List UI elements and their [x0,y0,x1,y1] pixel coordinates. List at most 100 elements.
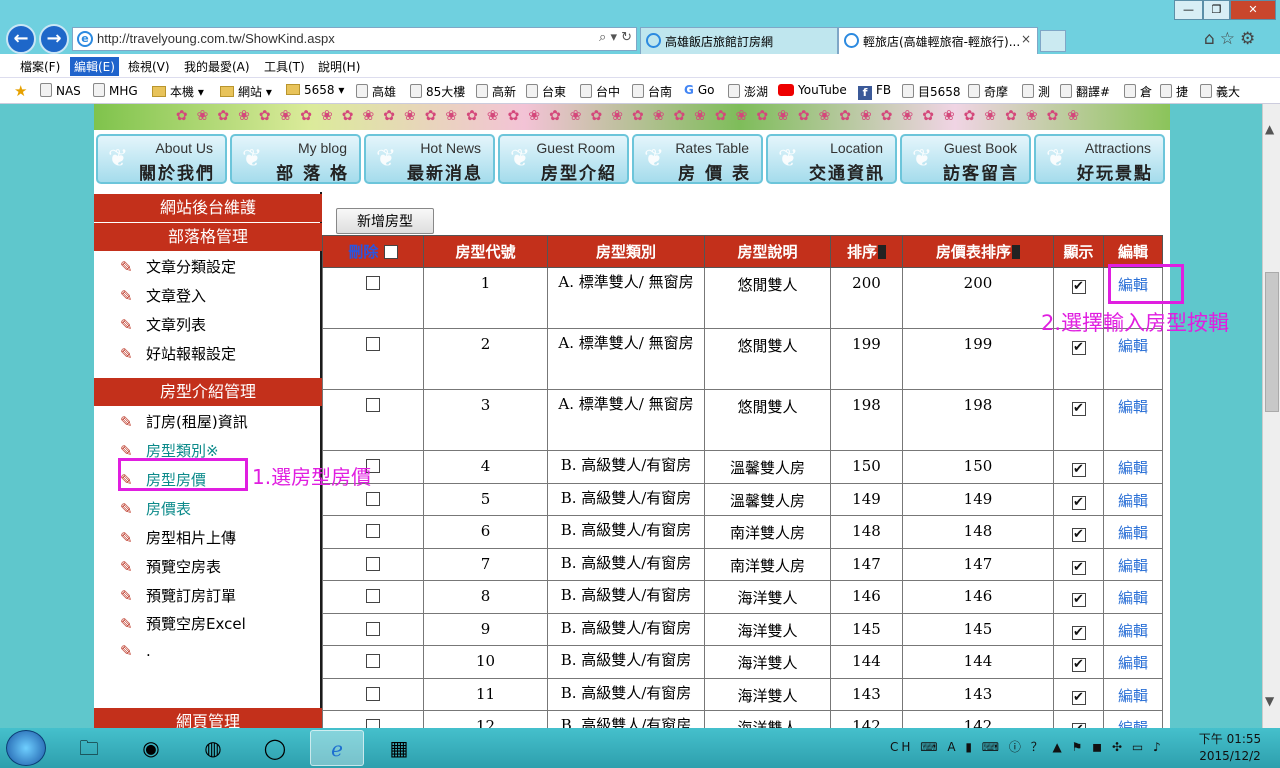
delete-checkbox[interactable] [366,398,380,412]
favorites-star-icon[interactable]: ★ [14,82,27,100]
back-button[interactable]: ← [6,24,36,54]
menu-view[interactable]: 檢視(V) [128,58,170,75]
delete-checkbox[interactable] [366,276,380,290]
minimize-button[interactable]: — [1174,0,1203,20]
system-tray[interactable]: CH ⌨ A ▮ ⌨ ⓘ ？ ▲ ⚑ ◼ ✣ ▭ ♪ [890,738,1164,755]
sidebar-item-article-list[interactable]: ✎ 文章列表 [120,314,206,335]
sidebar-item-booking-info[interactable]: ✎ 訂房(租屋)資訊 [120,411,248,432]
fav-item[interactable]: 捷 [1160,83,1188,100]
delete-checkbox[interactable] [366,654,380,668]
fav-item[interactable]: 台中 [580,83,620,100]
show-checkbox[interactable] [1071,528,1086,542]
show-checkbox[interactable] [1071,658,1086,672]
menu-favorites[interactable]: 我的最愛(A) [184,58,250,75]
nav-location[interactable]: ❦ Location 交通資訊 [766,134,897,184]
media-app-icon[interactable]: ▦ [372,730,426,766]
nav-about-us[interactable]: ❦ About Us 關於我們 [96,134,227,184]
add-room-type-button[interactable]: 新增房型 [336,208,434,234]
fav-item[interactable]: 台東 [526,83,566,100]
show-checkbox[interactable] [1071,341,1086,355]
fav-item[interactable]: 高新 [476,83,516,100]
delete-checkbox[interactable] [366,686,380,701]
delete-checkbox[interactable] [366,556,380,571]
sidebar-item-article-category[interactable]: ✎ 文章分類設定 [120,256,236,277]
sidebar-item-preview-vacancy[interactable]: ✎ 預覽空房表 [120,556,221,577]
nav-rates-table[interactable]: ❦ Rates Table 房 價 表 [632,134,763,184]
fav-item[interactable]: NAS [40,83,81,98]
fav-item[interactable]: 義大 [1200,83,1240,100]
edit-link[interactable]: 編輯 [1118,589,1148,607]
sidebar-item-photo-upload[interactable]: ✎ 房型相片上傳 [120,527,236,548]
forward-button[interactable]: → [39,24,69,54]
edit-link[interactable]: 編輯 [1118,557,1148,575]
opera-icon[interactable]: ◯ [248,730,302,766]
input-language[interactable]: CH [890,740,913,754]
sidebar-item-blank[interactable]: ✎. [120,642,151,660]
chrome-icon[interactable]: ◉ [124,730,178,766]
col-rate-order[interactable]: 房價表排序 [902,235,1054,268]
home-icon[interactable]: ⌂ [1204,29,1220,49]
show-checkbox[interactable] [1071,463,1086,477]
sidebar-item-preview-orders[interactable]: ✎ 預覽訂房訂單 [120,585,236,606]
vertical-scrollbar[interactable]: ▲ ▼ [1262,104,1280,728]
fav-item[interactable]: MHG [93,83,138,98]
fav-item[interactable]: 85大樓 [410,83,465,100]
col-sort-order[interactable]: 排序 [830,235,903,268]
sort-arrows-icon[interactable] [878,245,886,259]
address-bar[interactable]: e http://travelyoung.com.tw/ShowKind.asp… [72,27,637,51]
close-tab-icon[interactable]: × [1021,32,1031,46]
close-window-button[interactable]: ✕ [1230,0,1276,20]
col-delete[interactable]: 刪除 [322,235,424,268]
edit-link[interactable]: 編輯 [1118,459,1148,477]
nav-guest-room[interactable]: ❦ Guest Room 房型介紹 [498,134,629,184]
edit-link[interactable]: 編輯 [1118,398,1148,416]
menu-tools[interactable]: 工具(T) [264,58,305,75]
edit-link[interactable]: 編輯 [1118,719,1148,728]
delete-checkbox[interactable] [366,719,380,728]
fav-folder[interactable]: 5658 ▾ [286,83,344,97]
show-checkbox[interactable] [1071,495,1086,510]
address-tools-icon[interactable]: ⌕ ▾ ↻ [599,30,632,45]
show-checkbox[interactable] [1071,402,1086,416]
sidebar-item-good-site[interactable]: ✎ 好站報報設定 [120,343,236,364]
fav-item[interactable]: 台南 [632,83,672,100]
fav-item[interactable]: f FB [858,83,891,100]
clock[interactable]: 下午 01:55 2015/12/2 [1190,731,1270,765]
menu-help[interactable]: 說明(H) [318,58,360,75]
scroll-up-icon[interactable]: ▲ [1265,122,1274,136]
show-checkbox[interactable] [1071,593,1086,607]
edit-link[interactable]: 編輯 [1118,524,1148,542]
nav-guest-book[interactable]: ❦ Guest Book 訪客留言 [900,134,1031,184]
delete-checkbox[interactable] [366,337,380,351]
fav-item[interactable]: 測 [1022,83,1050,100]
fav-folder[interactable]: 本機 ▾ [152,83,204,100]
fav-item[interactable]: YouTube [778,83,847,97]
menu-edit[interactable]: 編輯(E) [70,57,119,76]
select-all-checkbox[interactable] [383,245,398,259]
fav-item[interactable]: 翻譯# [1060,83,1110,100]
favorites-star-icon[interactable]: ☆ [1220,29,1240,49]
fav-item[interactable]: 倉 [1124,83,1152,100]
fav-folder[interactable]: 網站 ▾ [220,83,272,100]
new-tab-button[interactable] [1040,30,1066,52]
fav-item[interactable]: 澎湖 [728,83,768,100]
edit-link[interactable]: 編輯 [1118,622,1148,640]
delete-checkbox[interactable] [366,589,380,603]
url-text[interactable]: http://travelyoung.com.tw/ShowKind.aspx [97,31,335,46]
edit-link[interactable]: 編輯 [1118,687,1148,705]
edit-link[interactable]: 編輯 [1118,337,1148,355]
sidebar-item-rate-table[interactable]: ✎ 房價表 [120,498,191,519]
edit-link[interactable]: 編輯 [1118,492,1148,510]
gear-icon[interactable]: ⚙ [1240,29,1260,49]
show-checkbox[interactable] [1071,625,1086,640]
menu-file[interactable]: 檔案(F) [20,58,60,75]
sort-arrows-icon[interactable] [1012,245,1020,259]
fav-item[interactable]: 目5658 [902,83,961,100]
sidebar-item-vacancy-excel[interactable]: ✎ 預覽空房Excel [120,613,246,634]
scroll-down-icon[interactable]: ▼ [1265,694,1274,708]
tab-hotel-booking[interactable]: 高雄飯店旅館訂房網 [640,27,838,54]
show-checkbox[interactable] [1071,560,1086,575]
nav-attractions[interactable]: ❦ Attractions 好玩景點 [1034,134,1165,184]
delete-checkbox[interactable] [366,524,380,538]
firefox-icon[interactable]: ◍ [186,730,240,766]
